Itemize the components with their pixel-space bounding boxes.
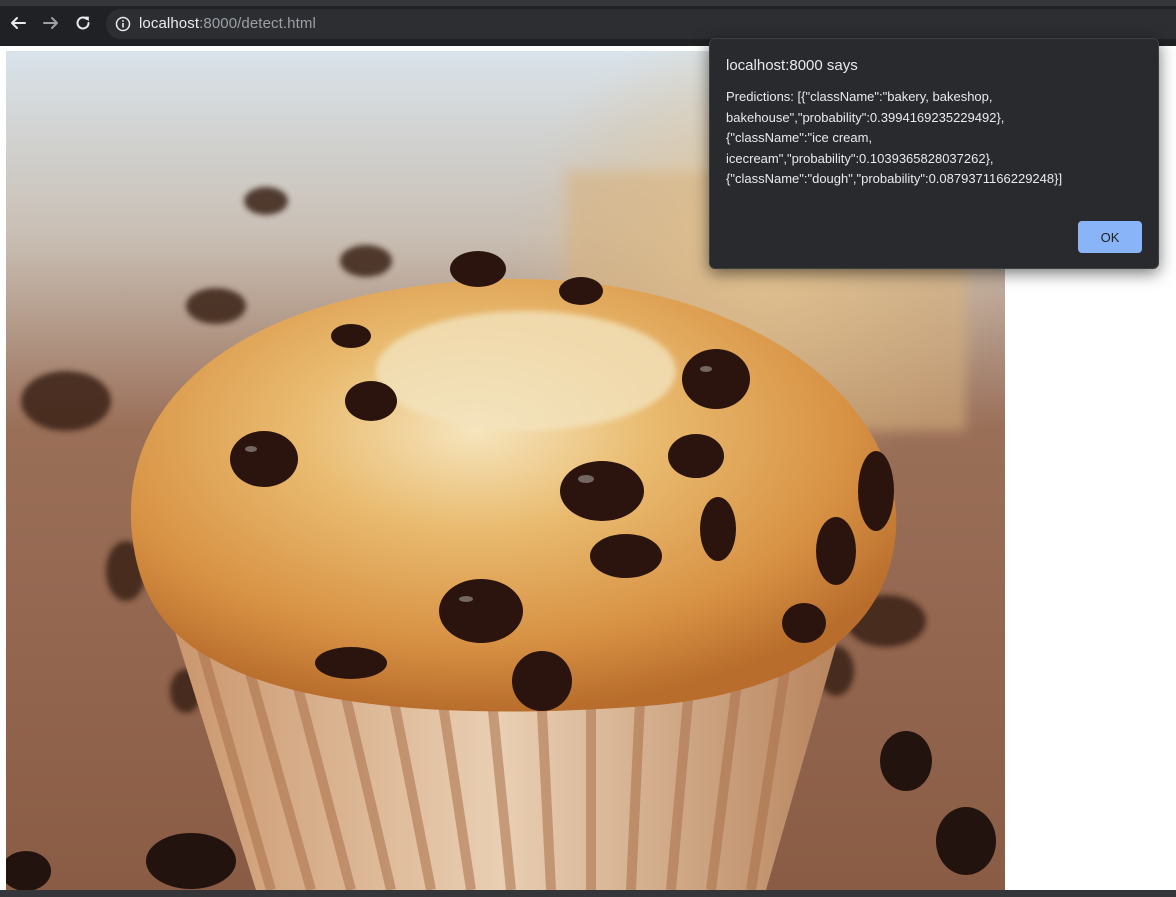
reload-icon: [76, 16, 90, 30]
reload-button[interactable]: [72, 12, 94, 34]
dialog-message: Predictions: [{"className":"bakery, bake…: [726, 89, 1063, 186]
dialog-title: localhost:8000 says: [726, 57, 858, 74]
url-text: localhost:8000/detect.html: [139, 15, 316, 32]
url-host: localhost: [139, 15, 200, 32]
forward-arrow-icon: [43, 17, 58, 29]
back-button[interactable]: [7, 12, 29, 34]
bottom-bar: [0, 890, 1176, 897]
tab-strip: [0, 0, 1176, 6]
address-bar[interactable]: localhost:8000/detect.html: [106, 9, 1176, 39]
info-icon[interactable]: [115, 16, 131, 32]
url-path: :8000/detect.html: [199, 15, 316, 32]
forward-button[interactable]: [40, 12, 62, 34]
back-arrow-icon: [11, 17, 26, 29]
alert-dialog: localhost:8000 says Predictions: [{"clas…: [709, 38, 1159, 269]
ok-button[interactable]: OK: [1078, 221, 1142, 253]
